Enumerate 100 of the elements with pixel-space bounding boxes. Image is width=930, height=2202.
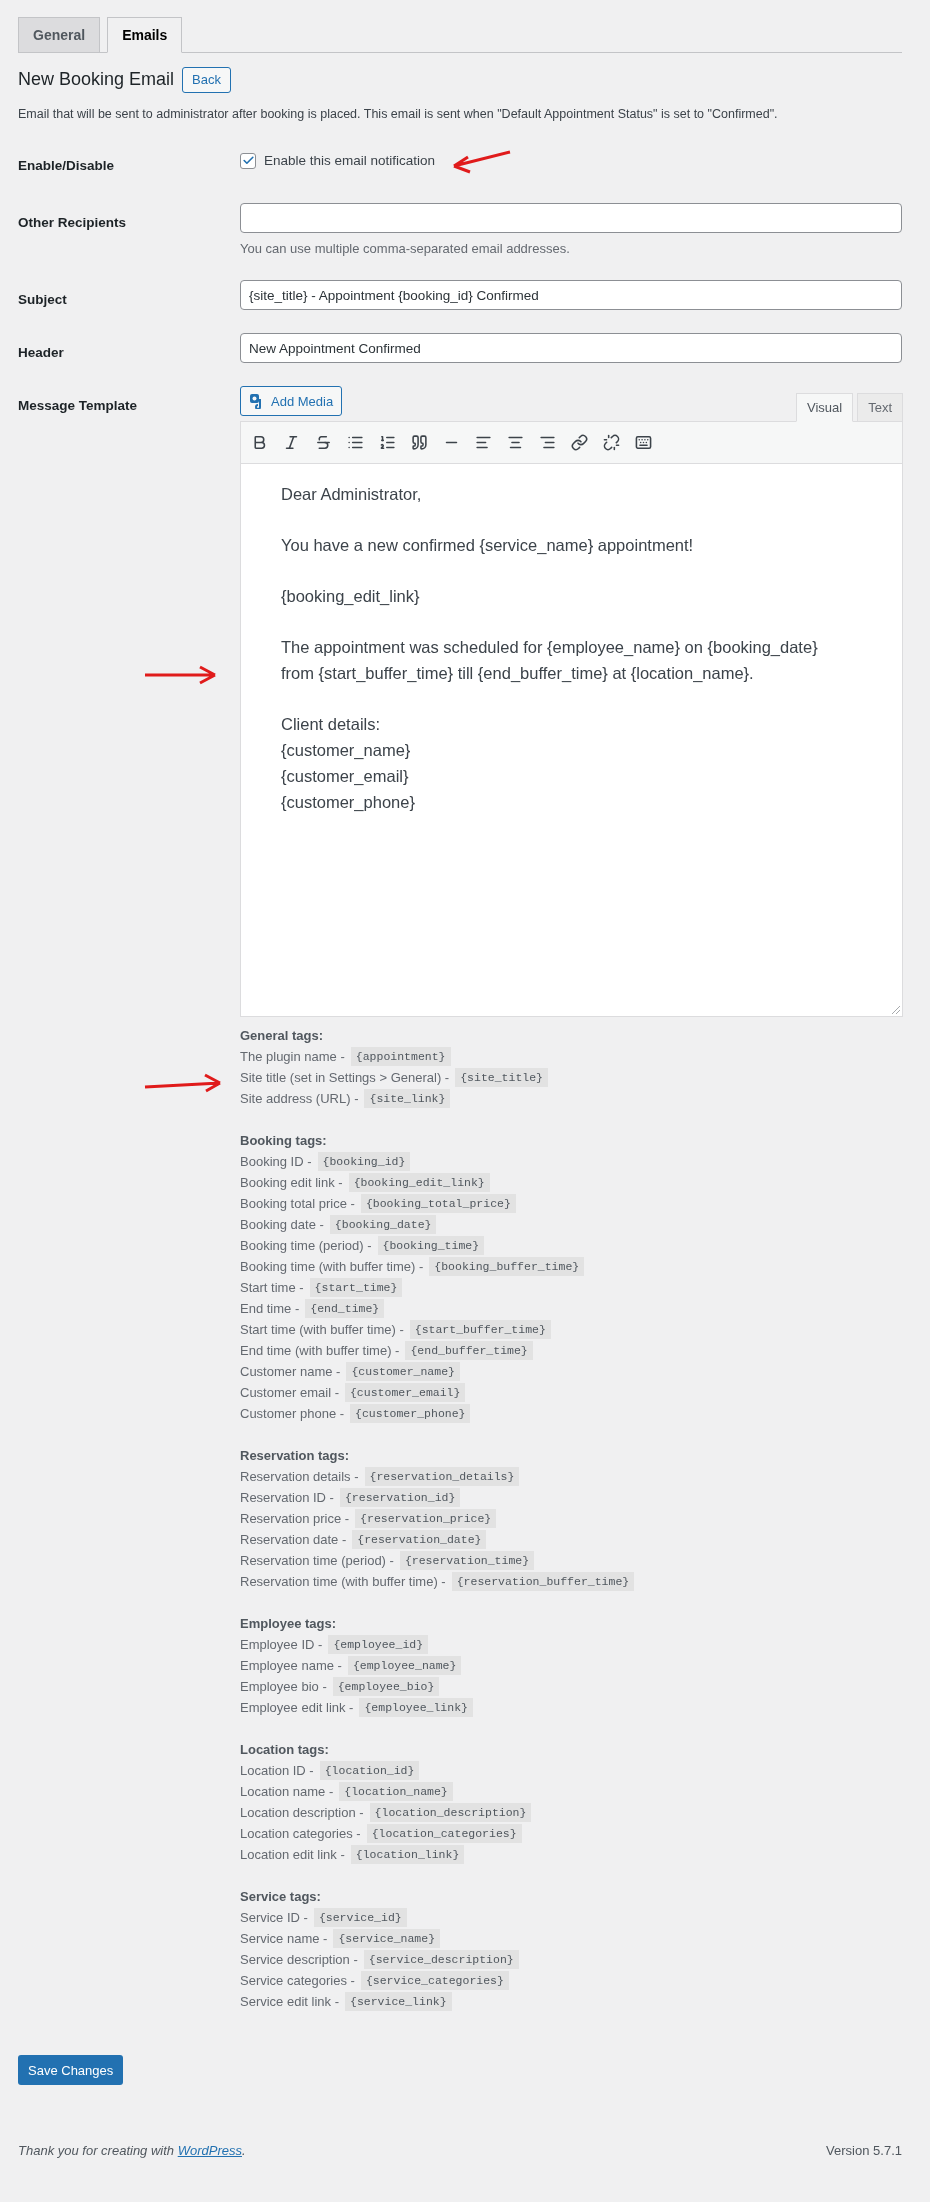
annotation-arrow xyxy=(452,150,512,174)
tag-description: Booking total price - xyxy=(240,1195,355,1214)
tag-description: Reservation price - xyxy=(240,1510,350,1529)
message-line: Dear Administrator, xyxy=(281,484,423,506)
tag-code: {location_description} xyxy=(369,1803,532,1823)
tag-code: {end_buffer_time} xyxy=(405,1341,533,1361)
tag-group-heading: General tags: xyxy=(240,1027,324,1046)
tag-code: {reservation_price} xyxy=(355,1509,497,1529)
tag-group-heading: Employee tags: xyxy=(240,1615,337,1634)
tag-code: {booking_id} xyxy=(317,1152,411,1172)
field-label: Subject xyxy=(18,292,67,308)
tag-description: Employee edit link - xyxy=(240,1699,354,1718)
tag-description: Customer email - xyxy=(240,1384,339,1403)
tag-code: {reservation_time} xyxy=(399,1551,535,1571)
tag-code: {site_title} xyxy=(455,1068,548,1088)
tag-code: {location_link} xyxy=(350,1845,465,1865)
tag-group-heading: Location tags: xyxy=(240,1741,329,1760)
tag-description: Reservation details - xyxy=(240,1468,359,1487)
quote-icon[interactable] xyxy=(411,434,428,452)
strikethrough-icon[interactable] xyxy=(315,434,332,452)
tag-code: {reservation_buffer_time} xyxy=(451,1572,635,1592)
editor-tab[interactable]: Visual xyxy=(795,393,854,423)
tag-description: The plugin name - xyxy=(240,1048,345,1067)
wordpress-link[interactable]: WordPress xyxy=(177,2143,242,2159)
tag-description: Location description - xyxy=(240,1804,364,1823)
unlink-icon[interactable] xyxy=(603,434,620,452)
tag-description: Booking time (period) - xyxy=(240,1237,372,1256)
text-field[interactable]: {site_title} - Appointment {booking_id} Confirmed xyxy=(240,280,902,311)
text-field[interactable] xyxy=(240,202,902,233)
tag-description: Service categories - xyxy=(240,1972,355,1991)
tag-description: Booking ID - xyxy=(240,1153,312,1172)
tag-description: Booking time (with buffer time) - xyxy=(240,1258,424,1277)
tag-description: Reservation ID - xyxy=(240,1489,334,1508)
tag-description: Service edit link - xyxy=(240,1993,339,2012)
tag-code: {start_buffer_time} xyxy=(409,1320,551,1340)
text-field[interactable]: New Appointment Confirmed xyxy=(240,333,902,364)
tag-code: {employee_bio} xyxy=(332,1677,440,1697)
tag-description: Location edit link - xyxy=(240,1846,345,1865)
tag-description: Reservation time (period) - xyxy=(240,1552,394,1571)
field-label: Header xyxy=(18,345,64,361)
tag-group-heading: Booking tags: xyxy=(240,1132,327,1151)
tag-code: {service_link} xyxy=(345,1992,452,2012)
message-line: Client details: xyxy=(281,714,382,736)
tag-description: Site address (URL) - xyxy=(240,1090,359,1109)
keyboard-icon[interactable] xyxy=(635,434,652,452)
tag-description: Service description - xyxy=(240,1951,358,1970)
tag-description: Start time - xyxy=(240,1279,304,1298)
tag-code: {customer_name} xyxy=(346,1362,460,1382)
tag-description: End time (with buffer time) - xyxy=(240,1342,400,1361)
tag-description: Location categories - xyxy=(240,1825,361,1844)
field-label: Other Recipients xyxy=(18,214,127,230)
numbered-list-icon[interactable] xyxy=(379,434,396,452)
tag-description: Booking edit link - xyxy=(240,1174,343,1193)
message-line: {customer_name} xyxy=(281,740,412,762)
back-button[interactable]: Back xyxy=(182,66,231,93)
tag-description: Customer name - xyxy=(240,1363,341,1382)
editor-tab[interactable]: Text xyxy=(857,393,903,423)
tag-description: Service name - xyxy=(240,1930,328,1949)
tag-code: {reservation_details} xyxy=(364,1467,520,1487)
checkbox[interactable] xyxy=(240,152,256,169)
tag-description: Employee bio - xyxy=(240,1678,327,1697)
tab[interactable]: General xyxy=(18,17,101,53)
footer-text: Thank you for creating with WordPress. xyxy=(18,2142,246,2161)
tag-description: Location ID - xyxy=(240,1762,314,1781)
field-label: Enable/Disable xyxy=(18,157,115,173)
tag-code: {employee_link} xyxy=(359,1698,473,1718)
field-label: Message Template xyxy=(18,398,138,414)
tag-code: {service_id} xyxy=(313,1908,407,1928)
tab[interactable]: Emails xyxy=(107,17,183,53)
link-icon[interactable] xyxy=(571,434,588,452)
tag-description: Reservation date - xyxy=(240,1531,347,1550)
tag-description: Site title (set in Settings > General) - xyxy=(240,1069,450,1088)
tag-code: {customer_phone} xyxy=(350,1404,471,1424)
save-changes-button[interactable]: Save Changes xyxy=(18,2055,124,2086)
tag-description: End time - xyxy=(240,1300,300,1319)
italic-icon[interactable] xyxy=(283,434,300,452)
tag-code: {employee_id} xyxy=(328,1635,429,1655)
message-line: The appointment was scheduled for {employee_name} on {booking_date} xyxy=(281,637,819,659)
tag-description: Employee name - xyxy=(240,1657,342,1676)
tag-code: {site_link} xyxy=(364,1089,451,1109)
tag-code: {service_categories} xyxy=(360,1971,509,1991)
tag-code: {booking_edit_link} xyxy=(348,1173,490,1193)
tag-code: {reservation_date} xyxy=(352,1530,487,1550)
tag-code: {service_description} xyxy=(363,1950,519,1970)
page-title: New Booking Email xyxy=(18,68,175,91)
add-media-button[interactable]: Add Media xyxy=(240,386,343,417)
tag-code: {location_categories} xyxy=(366,1824,522,1844)
tag-code: {location_name} xyxy=(339,1782,453,1802)
resize-handle-icon[interactable] xyxy=(891,1005,900,1015)
message-line: {customer_email} xyxy=(281,766,410,788)
message-line: You have a new confirmed {service_name} appointment! xyxy=(281,535,695,557)
tag-code: {booking_date} xyxy=(329,1215,437,1235)
tag-code: {location_id} xyxy=(319,1761,420,1781)
tag-description: Customer phone - xyxy=(240,1405,345,1424)
tag-code: {booking_time} xyxy=(377,1236,485,1256)
tag-code: {service_name} xyxy=(333,1929,441,1949)
tag-code: {appointment} xyxy=(350,1047,451,1067)
message-line: {customer_phone} xyxy=(281,792,416,814)
version-text: Version 5.7.1 xyxy=(826,2142,902,2161)
bold-icon[interactable] xyxy=(251,434,268,452)
